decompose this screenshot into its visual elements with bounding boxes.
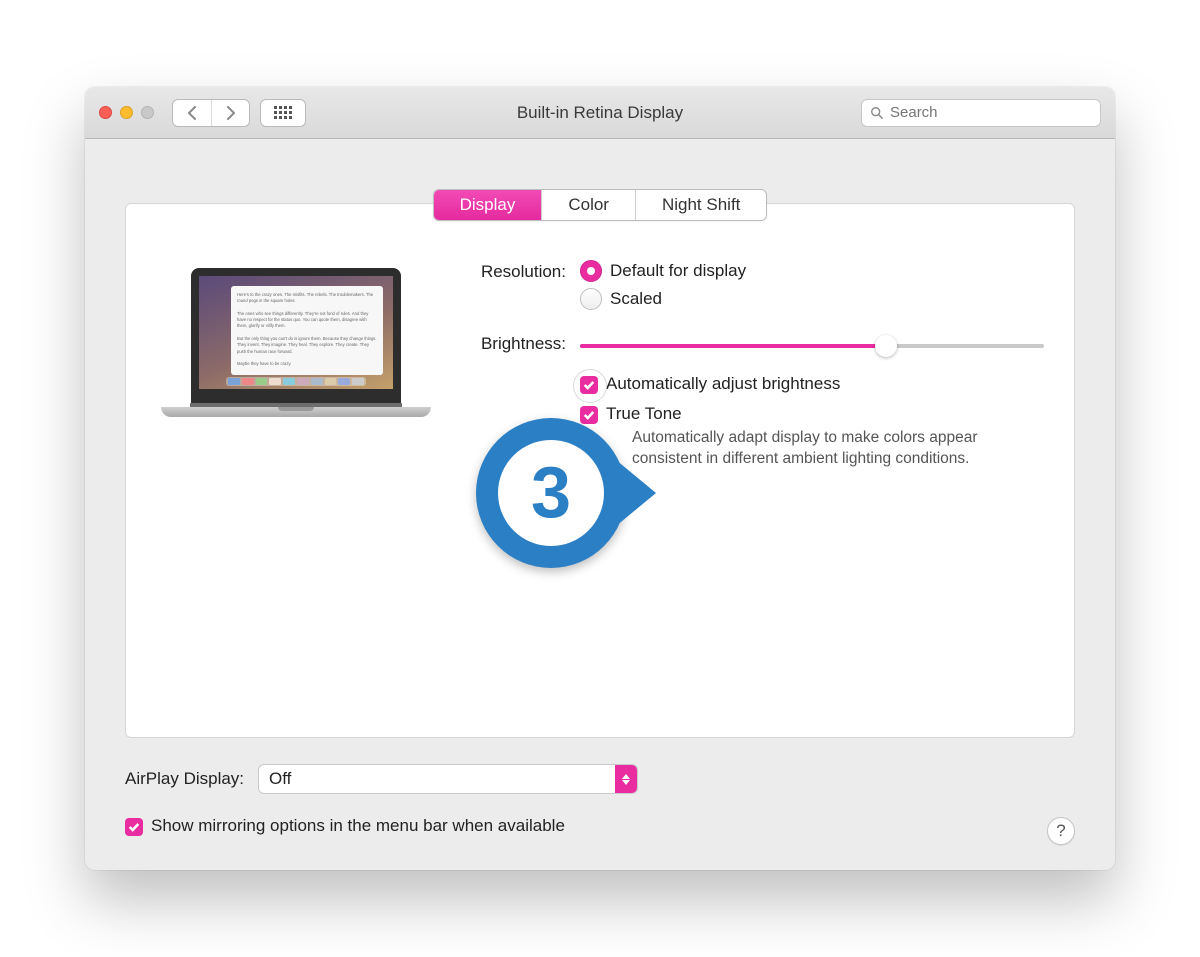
tab-segmented-control: Display Color Night Shift: [433, 189, 768, 221]
tab-color[interactable]: Color: [541, 190, 635, 220]
display-panel: Here's to the crazy ones. The misfits. T…: [125, 203, 1075, 738]
true-tone-description: Automatically adapt display to make colo…: [632, 428, 992, 470]
titlebar: Built-in Retina Display: [85, 87, 1115, 139]
radio-icon: [580, 260, 602, 282]
checkbox-icon: [580, 376, 598, 394]
airplay-value: Off: [259, 769, 615, 789]
forward-button[interactable]: [211, 100, 249, 126]
preferences-window: Built-in Retina Display Display Color Ni…: [85, 87, 1115, 870]
grid-icon: [274, 106, 292, 119]
slider-thumb[interactable]: [875, 335, 897, 357]
select-stepper-icon: [615, 765, 637, 793]
checkbox-label: True Tone: [606, 404, 682, 423]
minimize-icon[interactable]: [120, 106, 133, 119]
checkbox-true-tone[interactable]: True Tone Automatically adapt display to…: [580, 404, 1044, 470]
radio-icon: [580, 288, 602, 310]
preview-app-window: Here's to the crazy ones. The misfits. T…: [231, 286, 383, 375]
nav-back-forward: [172, 99, 250, 127]
close-icon[interactable]: [99, 106, 112, 119]
radio-label: Scaled: [610, 289, 662, 309]
brightness-label: Brightness:: [460, 334, 580, 354]
search-input[interactable]: [890, 104, 1092, 121]
airplay-label: AirPlay Display:: [125, 769, 244, 789]
radio-scaled[interactable]: Scaled: [580, 288, 1044, 310]
checkbox-label: Automatically adjust brightness: [606, 374, 840, 394]
checkbox-auto-brightness[interactable]: Automatically adjust brightness: [580, 374, 1044, 394]
search-field[interactable]: [861, 99, 1101, 127]
checkbox-icon: [580, 406, 598, 424]
checkbox-icon: [125, 818, 143, 836]
help-icon: ?: [1056, 821, 1065, 841]
brightness-slider[interactable]: [580, 336, 1044, 356]
tab-display[interactable]: Display: [434, 190, 542, 220]
display-preview: Here's to the crazy ones. The misfits. T…: [156, 260, 436, 707]
radio-default-for-display[interactable]: Default for display: [580, 260, 1044, 282]
radio-label: Default for display: [610, 261, 746, 281]
back-button[interactable]: [173, 100, 211, 126]
window-controls: [99, 106, 154, 119]
checkbox-show-mirroring[interactable]: Show mirroring options in the menu bar w…: [125, 816, 565, 836]
resolution-label: Resolution:: [460, 260, 580, 282]
tab-night-shift[interactable]: Night Shift: [635, 190, 766, 220]
checkbox-label: Show mirroring options in the menu bar w…: [151, 816, 565, 836]
airplay-select[interactable]: Off: [258, 764, 638, 794]
help-button[interactable]: ?: [1047, 817, 1075, 845]
zoom-icon: [141, 106, 154, 119]
search-icon: [870, 106, 884, 120]
show-all-button[interactable]: [260, 99, 306, 127]
